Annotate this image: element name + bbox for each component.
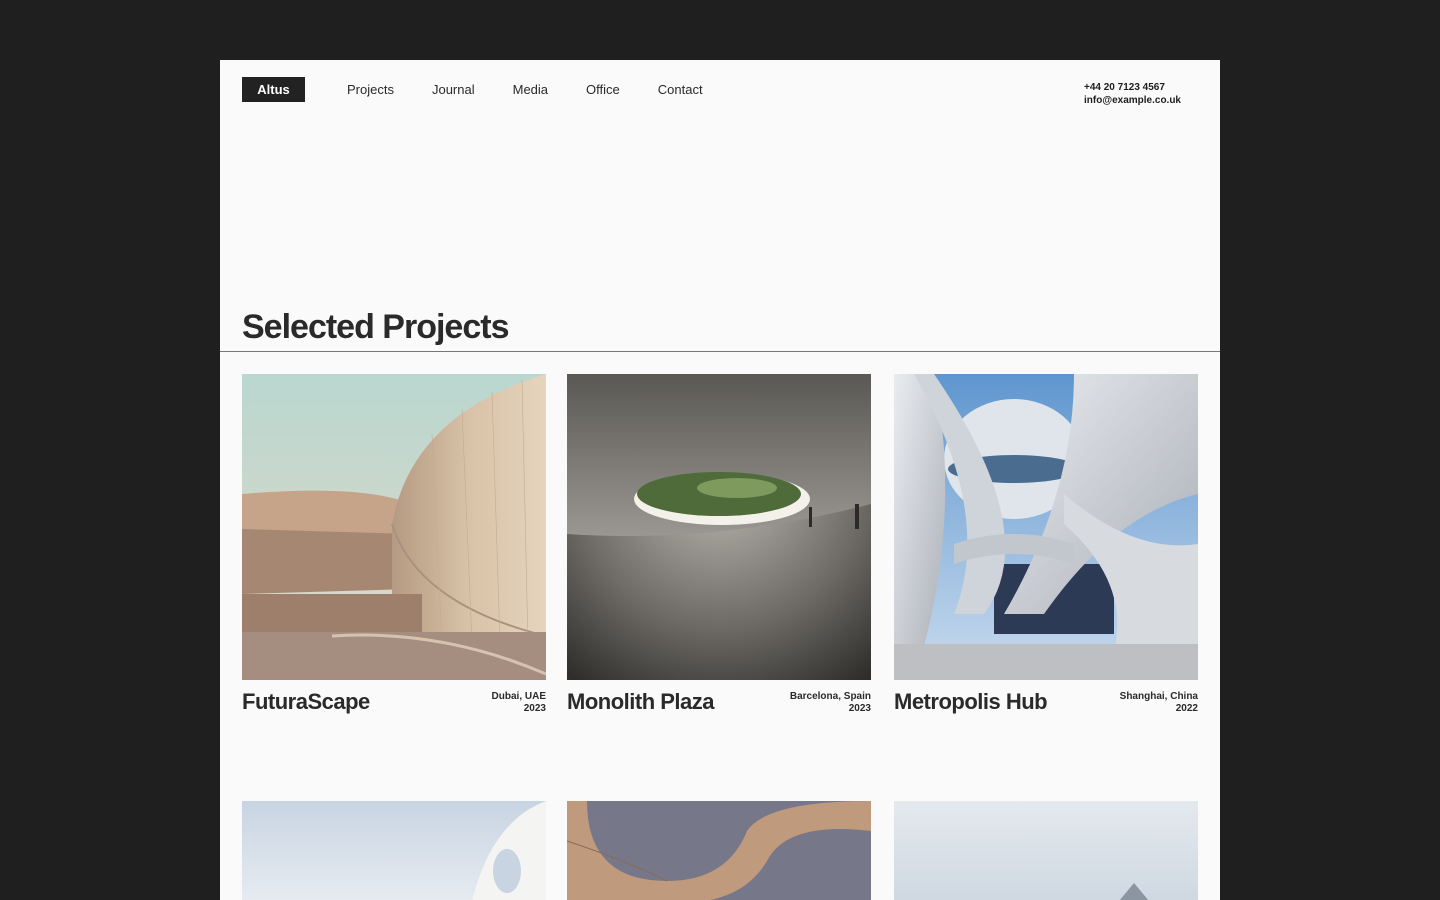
project-title[interactable]: Metropolis Hub (894, 688, 1048, 716)
email-link[interactable]: info@example.co.uk (1084, 95, 1181, 108)
project-image-5[interactable] (567, 801, 871, 900)
project-image-6[interactable] (894, 801, 1198, 900)
project-year: 2022 (1175, 702, 1198, 714)
nav-media[interactable]: Media (513, 82, 548, 98)
project-meta: Dubai, UAE 2023 (492, 691, 546, 714)
nav-journal[interactable]: Journal (432, 82, 475, 98)
project-card-4[interactable] (242, 801, 546, 900)
project-year: 2023 (523, 702, 546, 714)
project-meta: Barcelona, Spain 2023 (790, 691, 871, 714)
project-title[interactable]: FuturaScape (242, 688, 370, 716)
section-divider (220, 351, 1220, 352)
project-location: Shanghai, China (1119, 691, 1198, 702)
project-image-metropolis-hub[interactable] (894, 374, 1198, 680)
project-image-monolith-plaza[interactable] (567, 374, 871, 680)
site-header: Altus Projects Journal Media Office Cont… (220, 60, 1220, 160)
project-year: 2023 (848, 702, 871, 714)
project-image-futurascape[interactable] (242, 374, 546, 680)
project-meta: Shanghai, China 2022 (1120, 691, 1198, 714)
nav-office[interactable]: Office (586, 82, 620, 98)
section-title: Selected Projects (242, 308, 509, 346)
project-image-4[interactable] (242, 801, 546, 900)
main-nav: Projects Journal Media Office Contact (347, 82, 741, 98)
nav-contact[interactable]: Contact (658, 82, 703, 98)
project-card-6[interactable] (894, 801, 1198, 900)
phone-link[interactable]: +44 20 7123 4567 (1084, 82, 1181, 95)
contact-info: +44 20 7123 4567 info@example.co.uk (1084, 82, 1181, 107)
project-card-metropolis-hub[interactable]: Metropolis Hub Shanghai, China 2022 (894, 374, 1198, 714)
project-location: Barcelona, Spain (789, 691, 871, 702)
nav-projects[interactable]: Projects (347, 82, 394, 98)
project-card-5[interactable] (567, 801, 871, 900)
project-card-monolith-plaza[interactable]: Monolith Plaza Barcelona, Spain 2023 (567, 374, 871, 714)
project-location: Dubai, UAE (491, 691, 546, 702)
page-container: Altus Projects Journal Media Office Cont… (220, 60, 1220, 900)
project-card-futurascape[interactable]: FuturaScape Dubai, UAE 2023 (242, 374, 546, 714)
project-title[interactable]: Monolith Plaza (567, 688, 715, 716)
logo[interactable]: Altus (242, 77, 305, 102)
